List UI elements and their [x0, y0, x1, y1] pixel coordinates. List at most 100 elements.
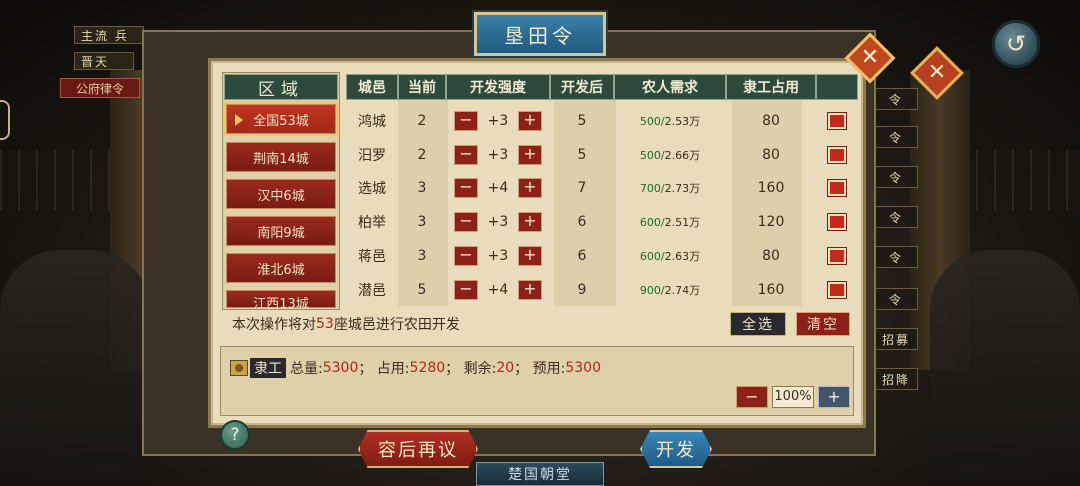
row-checkbox-cell: [816, 138, 858, 172]
percent-plus-button[interactable]: +: [818, 386, 850, 408]
region-item-all[interactable]: 全国53城: [226, 104, 336, 134]
row-checkbox-cell: [816, 171, 858, 205]
region-item-hanzhong[interactable]: 汉中6城: [226, 179, 336, 209]
labor-used: 160: [757, 282, 785, 298]
summary-prefix: 本次操作将对: [232, 317, 316, 333]
clear-button[interactable]: 清空: [796, 312, 850, 336]
labor-used-label: ； 占用:: [358, 361, 410, 377]
decide-later-button[interactable]: 容后再议: [358, 430, 478, 468]
farmers-need: 900/2.74万: [639, 283, 701, 298]
strength-plus-button[interactable]: +: [518, 111, 542, 131]
court-title: 楚国朝堂: [476, 462, 604, 486]
col-labor: 隶工占用: [726, 74, 816, 100]
percent-minus-button[interactable]: −: [736, 386, 768, 408]
bg-close-glyph: ✕: [927, 60, 947, 85]
strength-stepper: − +3 +: [446, 138, 550, 172]
row-checkbox[interactable]: [828, 180, 846, 196]
bg-right-button-recruit: 招募: [874, 328, 918, 350]
city-current: 3: [417, 214, 427, 230]
row-checkbox-cell: [816, 273, 858, 307]
farmers-need: 600/2.51万: [639, 215, 701, 230]
game-screen: 主流 兵 晋天 公府律令 ↺ 全 守 逆 空 全 全 释 令 令 令 令 令 令…: [0, 0, 1080, 486]
select-all-button[interactable]: 全选: [730, 312, 786, 336]
strength-minus-button[interactable]: −: [454, 111, 478, 131]
top-left-row1-b: 兵: [114, 28, 129, 43]
farmers-need-value: 600: [639, 215, 661, 229]
farmers-total-value: 2.53万: [664, 115, 701, 128]
help-icon[interactable]: ?: [220, 420, 250, 450]
region-item-jiangxi[interactable]: 江西13城: [226, 290, 336, 312]
strength-minus-button[interactable]: −: [454, 246, 478, 266]
farmers-total-value: 2.73万: [664, 182, 701, 195]
strength-minus-button[interactable]: −: [454, 212, 478, 232]
strength-minus-button[interactable]: −: [454, 145, 478, 165]
labor-used-total: 5280: [409, 360, 446, 376]
bg-right-button-2: 令: [874, 126, 918, 148]
city-after: 6: [577, 248, 587, 264]
strength-plus-button[interactable]: +: [518, 178, 542, 198]
table-row: 潜邑 5 − +4 + 9 900/2.74万 160: [346, 273, 858, 307]
back-icon[interactable]: ↺: [992, 20, 1040, 68]
strength-plus-button[interactable]: +: [518, 145, 542, 165]
strength-plus-button[interactable]: +: [518, 212, 542, 232]
col-farmers: 农人需求: [614, 74, 726, 100]
city-after: 6: [577, 214, 587, 230]
back-glyph: ↺: [1005, 30, 1027, 58]
bg-minister-left: [0, 250, 150, 486]
region-header: 区域: [224, 74, 338, 100]
close-glyph: ✕: [860, 45, 880, 70]
summary-count: 53: [316, 316, 334, 332]
strength-stepper: − +3 +: [446, 104, 550, 138]
region-item-huaibei[interactable]: 淮北6城: [226, 253, 336, 283]
city-after: 7: [577, 180, 587, 196]
labor-used: 160: [757, 180, 785, 196]
labor-total-label: 总量:: [290, 361, 323, 377]
strength-plus-button[interactable]: +: [518, 246, 542, 266]
labor-reserve-label: ； 预用:: [514, 361, 566, 377]
bg-right-button-surrender: 招降: [874, 368, 918, 390]
farmers-need-value: 900: [639, 283, 661, 297]
develop-button[interactable]: 开发: [640, 430, 712, 468]
col-after: 开发后: [550, 74, 614, 100]
strength-value: +3: [487, 214, 509, 230]
edict-tab[interactable]: 公府律令: [60, 78, 140, 98]
bg-right-button-3: 令: [874, 166, 918, 188]
col-select: [816, 74, 858, 100]
city-name: 选城: [358, 181, 386, 197]
strength-plus-button[interactable]: +: [518, 280, 542, 300]
city-name: 汨罗: [358, 148, 386, 164]
farmers-need-value: 700: [639, 181, 661, 195]
city-after: 5: [577, 147, 587, 163]
dialog-title: 垦田令: [474, 12, 606, 56]
top-left-row-2: 晋天: [74, 52, 134, 70]
farmers-need: 500/2.53万: [639, 114, 701, 129]
region-item-nanyang[interactable]: 南阳9城: [226, 216, 336, 246]
farmers-need-value: 500: [639, 148, 661, 162]
col-strength: 开发强度: [446, 74, 550, 100]
region-item-jingnan[interactable]: 荆南14城: [226, 142, 336, 172]
table-row: 蒋邑 3 − +3 + 6 600/2.63万 80: [346, 239, 858, 273]
summary-suffix: 座城邑进行农田开发: [333, 317, 460, 333]
row-checkbox[interactable]: [828, 214, 846, 230]
row-checkbox[interactable]: [828, 282, 846, 298]
city-current: 2: [417, 147, 427, 163]
city-current: 2: [417, 113, 427, 129]
strength-minus-button[interactable]: −: [454, 178, 478, 198]
side-expand-handle[interactable]: [0, 100, 10, 140]
row-checkbox[interactable]: [828, 248, 846, 264]
strength-value: +4: [487, 180, 509, 196]
table-row: 鸿城 2 − +3 + 5 500/2.53万 80: [346, 104, 858, 138]
labor-remain: 20: [496, 360, 515, 376]
labor-reserve: 5300: [565, 360, 601, 376]
bg-right-button-1: 令: [874, 88, 918, 110]
city-name: 蒋邑: [358, 249, 386, 265]
farmers-need-value: 600: [639, 249, 661, 263]
row-checkbox[interactable]: [828, 113, 846, 129]
farmers-total-value: 2.74万: [664, 284, 701, 297]
strength-stepper: − +4 +: [446, 273, 550, 307]
bg-right-button-4: 令: [874, 206, 918, 228]
strength-minus-button[interactable]: −: [454, 280, 478, 300]
labor-total: 5300: [322, 360, 359, 376]
row-checkbox[interactable]: [828, 147, 846, 163]
strength-value: +3: [487, 248, 509, 264]
